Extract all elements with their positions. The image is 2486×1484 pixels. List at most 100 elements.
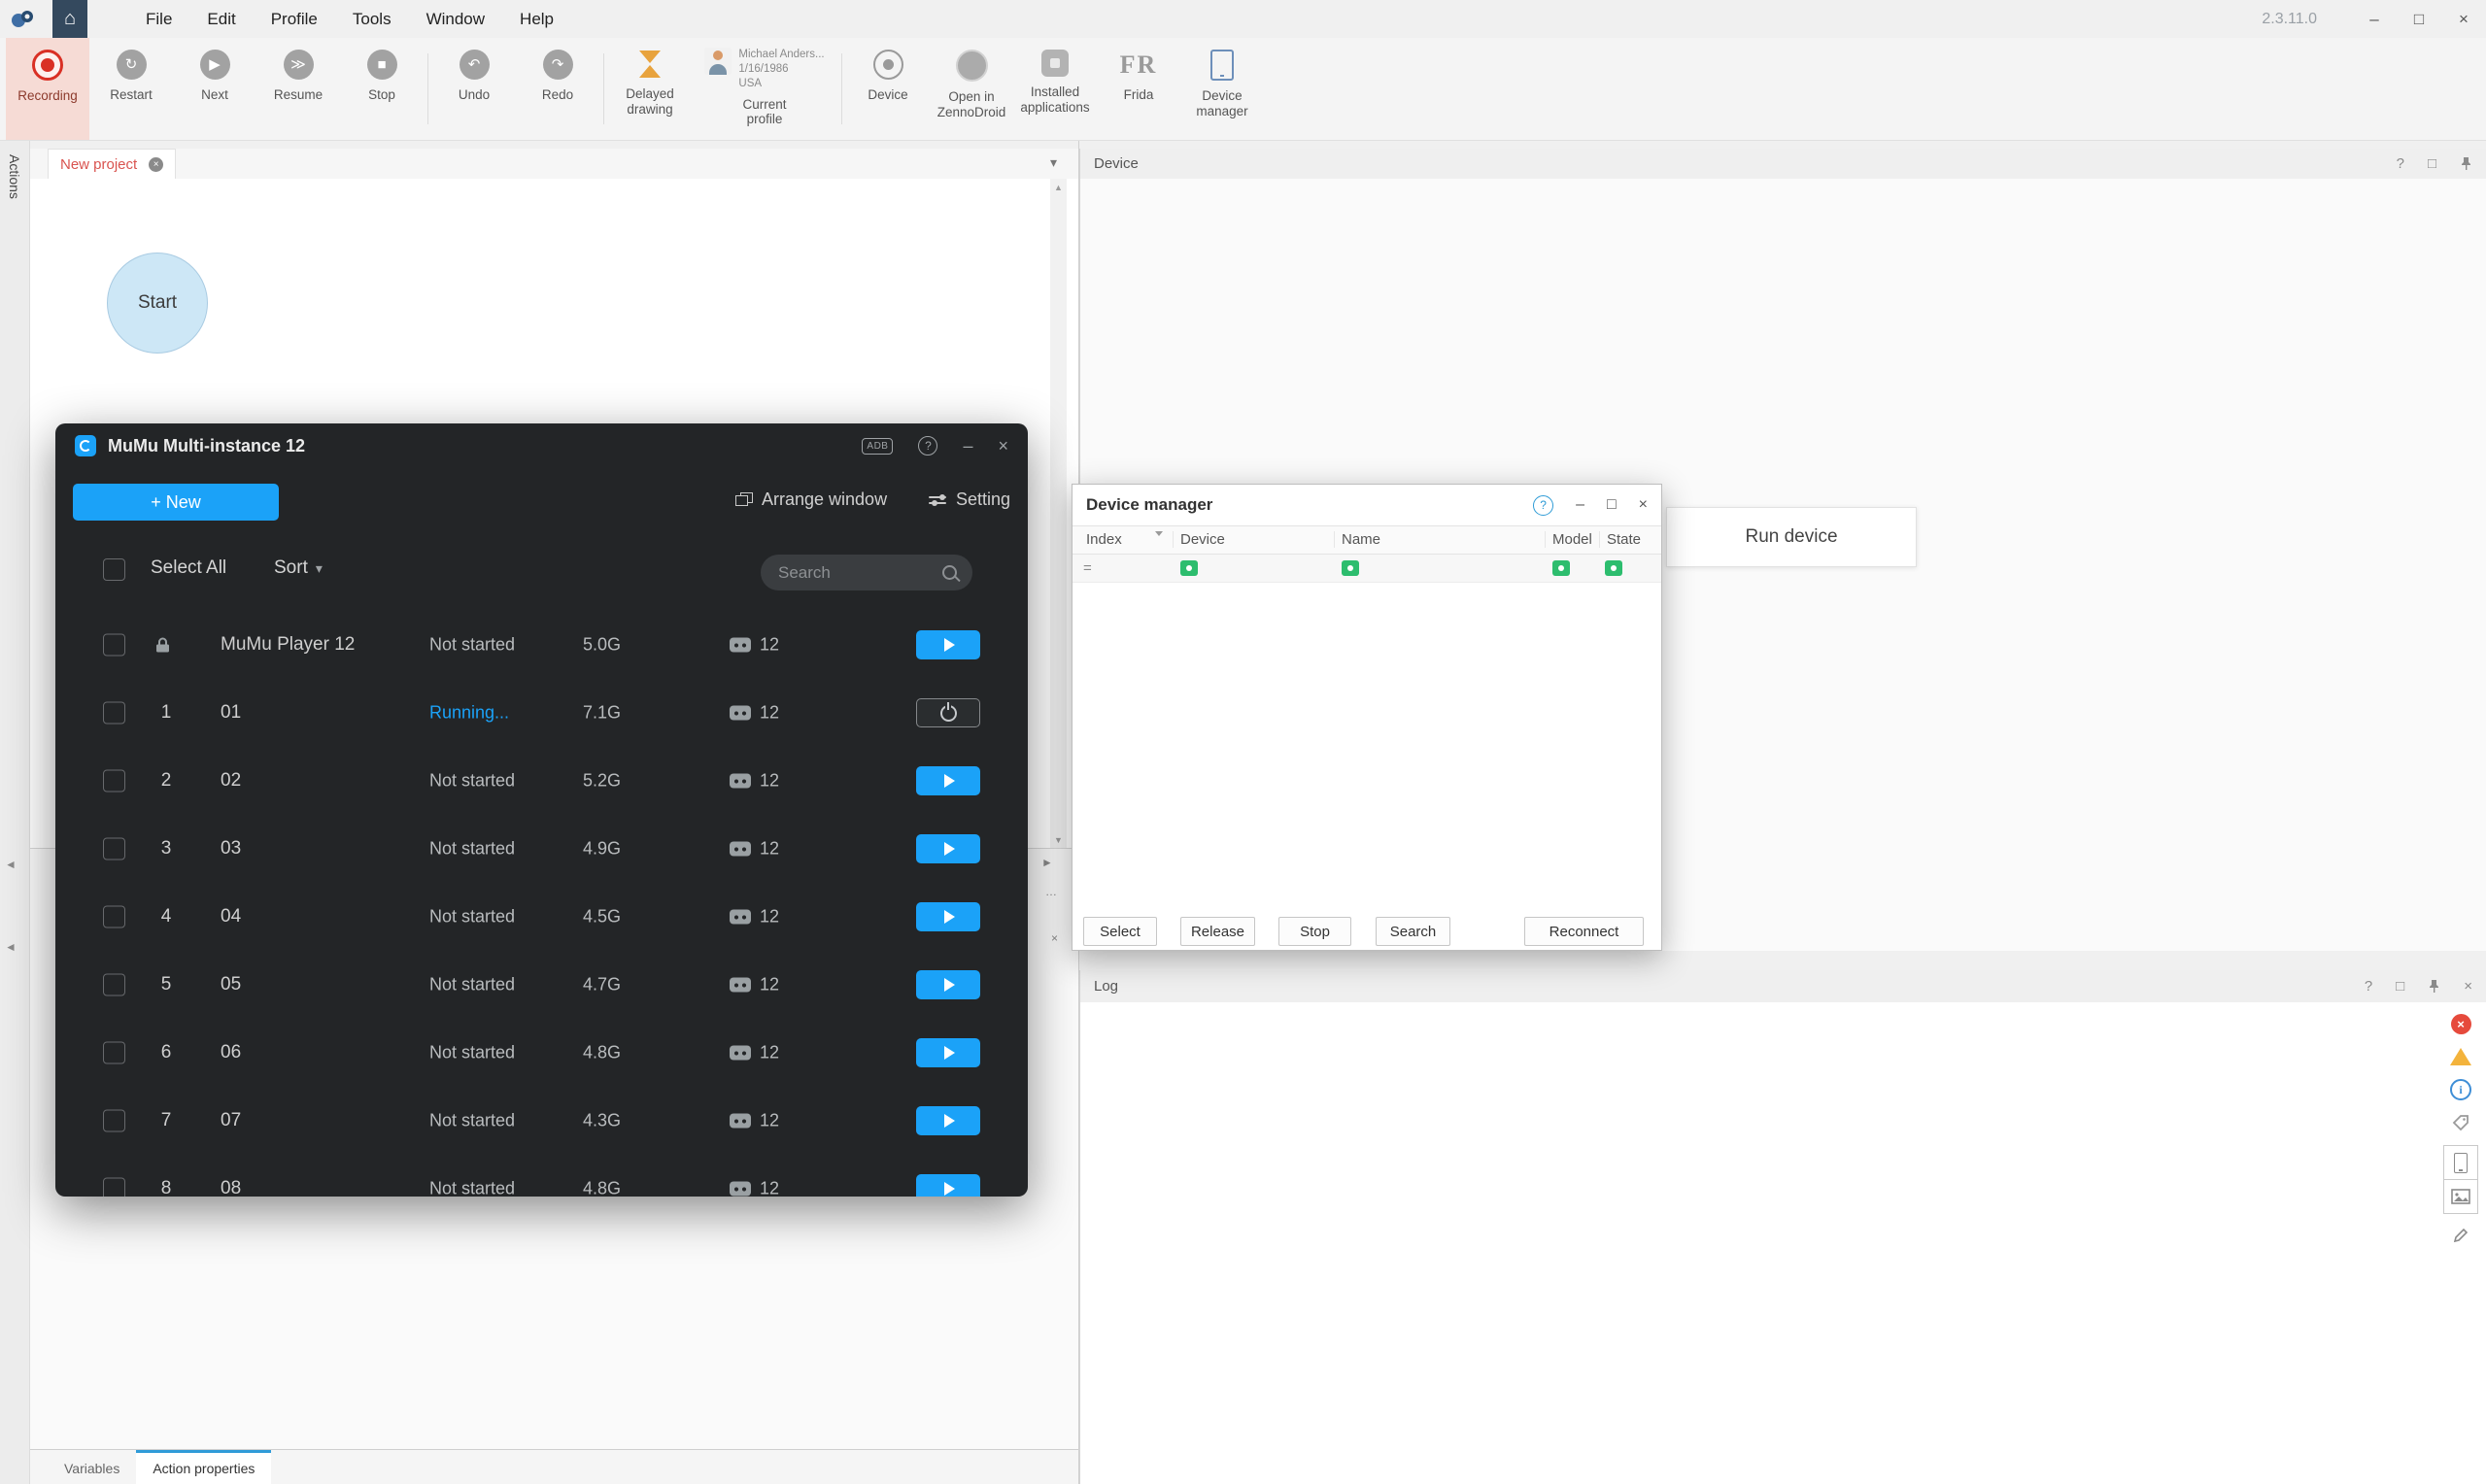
reconnect-button[interactable]: Reconnect [1524, 917, 1644, 946]
device-manager-button[interactable]: Device manager [1180, 38, 1264, 140]
resume-button[interactable]: Resume [256, 38, 340, 140]
menu-item-profile[interactable]: Profile [271, 10, 318, 29]
window-minimize-button[interactable] [2352, 0, 2397, 38]
instance-checkbox[interactable] [103, 838, 125, 860]
instance-row[interactable]: 6 06 Not started 4.8G 12 [55, 1019, 1028, 1087]
start-instance-button[interactable] [916, 1106, 980, 1135]
close-icon[interactable] [2464, 978, 2472, 995]
tab-list-dropdown-icon[interactable] [1050, 154, 1057, 171]
actions-panel-tab[interactable]: Actions [7, 154, 22, 199]
maximize-icon[interactable] [2396, 978, 2404, 995]
menu-item-tools[interactable]: Tools [353, 10, 392, 29]
current-profile-button[interactable]: Michael Anders... 1/16/1986 USA Current … [692, 38, 837, 140]
minimize-icon[interactable] [1576, 496, 1584, 514]
tag-icon[interactable] [2452, 1114, 2469, 1131]
device-table-row[interactable]: = [1073, 555, 1661, 583]
column-index[interactable]: Index [1086, 531, 1122, 548]
tab-variables[interactable]: Variables [48, 1450, 136, 1484]
maximize-icon[interactable] [2428, 155, 2436, 172]
help-icon[interactable] [2365, 978, 2372, 995]
search-icon[interactable] [942, 565, 957, 580]
arrange-window-button[interactable]: Arrange window [735, 489, 887, 510]
image-view-toggle-button[interactable] [2444, 1179, 2477, 1213]
instance-checkbox[interactable] [103, 906, 125, 928]
sort-icon[interactable] [1155, 531, 1163, 540]
tab-action-properties[interactable]: Action properties [136, 1450, 271, 1484]
error-filter-icon[interactable] [2451, 1014, 2471, 1034]
start-instance-button[interactable] [916, 1174, 980, 1197]
instance-row[interactable]: 7 07 Not started 4.3G 12 [55, 1087, 1028, 1155]
canvas-vertical-scrollbar[interactable] [1050, 179, 1067, 848]
stop-button[interactable]: Stop [1278, 917, 1351, 946]
select-all-label[interactable]: Select All [151, 557, 226, 579]
start-instance-button[interactable] [916, 766, 980, 795]
collapse-right-icon[interactable] [1041, 856, 1053, 869]
undo-button[interactable]: Undo [432, 38, 516, 140]
search-box[interactable] [761, 555, 972, 590]
instance-checkbox[interactable] [103, 1042, 125, 1064]
instance-checkbox[interactable] [103, 1110, 125, 1132]
menu-item-edit[interactable]: Edit [207, 10, 235, 29]
instance-checkbox[interactable] [103, 702, 125, 725]
menu-item-file[interactable]: File [146, 10, 172, 29]
scroll-up-icon[interactable] [1050, 179, 1067, 195]
frida-button[interactable]: FR Frida [1097, 38, 1180, 140]
minimize-icon[interactable] [963, 436, 972, 456]
stop-button[interactable]: Stop [340, 38, 424, 140]
open-in-zennodroid-button[interactable]: Open in ZennoDroid [930, 38, 1013, 140]
column-device[interactable]: Device [1180, 531, 1225, 548]
search-button[interactable]: Search [1376, 917, 1450, 946]
instance-checkbox[interactable] [103, 974, 125, 996]
maximize-icon[interactable] [1607, 496, 1617, 514]
tab-close-icon[interactable] [149, 157, 163, 172]
help-icon[interactable] [918, 436, 937, 455]
help-icon[interactable] [1533, 495, 1553, 516]
menu-item-help[interactable]: Help [520, 10, 554, 29]
instance-checkbox[interactable] [103, 634, 125, 657]
select-button[interactable]: Select [1083, 917, 1157, 946]
home-button[interactable] [52, 0, 87, 38]
delayed-drawing-button[interactable]: Delayed drawing [608, 38, 692, 140]
instance-row[interactable]: 2 02 Not started 5.2G 12 [55, 747, 1028, 815]
device-button[interactable]: Device [846, 38, 930, 140]
instance-row[interactable]: 3 03 Not started 4.9G 12 [55, 815, 1028, 883]
window-maximize-button[interactable] [2397, 0, 2441, 38]
device-manager-titlebar[interactable]: Device manager [1073, 485, 1661, 525]
column-state[interactable]: State [1607, 531, 1641, 548]
run-device-button[interactable]: Run device [1666, 507, 1917, 567]
stop-instance-button[interactable] [916, 698, 980, 727]
restart-button[interactable]: Restart [89, 38, 173, 140]
device-view-toggle-button[interactable] [2444, 1146, 2477, 1179]
instance-row[interactable]: 5 05 Not started 4.7G 12 [55, 951, 1028, 1019]
sort-dropdown[interactable]: Sort [274, 557, 323, 579]
start-instance-button[interactable] [916, 834, 980, 863]
window-close-button[interactable] [2441, 0, 2486, 38]
search-input[interactable] [776, 562, 942, 584]
start-instance-button[interactable] [916, 1038, 980, 1067]
select-all-checkbox[interactable] [103, 558, 125, 581]
instance-checkbox[interactable] [103, 1178, 125, 1197]
pin-icon[interactable] [2428, 979, 2440, 994]
start-instance-button[interactable] [916, 630, 980, 659]
adb-icon[interactable]: ADB [862, 438, 893, 455]
close-icon[interactable] [998, 436, 1008, 456]
recording-button[interactable]: Recording [6, 38, 89, 140]
tab-new-project[interactable]: New project [48, 149, 176, 180]
info-filter-icon[interactable] [2450, 1079, 2471, 1100]
edit-icon[interactable] [2453, 1228, 2469, 1243]
installed-applications-button[interactable]: Installed applications [1013, 38, 1097, 140]
instance-row[interactable]: MuMu Player 12 Not started 5.0G 12 [55, 611, 1028, 679]
start-instance-button[interactable] [916, 902, 980, 931]
redo-button[interactable]: Redo [516, 38, 599, 140]
column-model[interactable]: Model [1552, 531, 1592, 548]
start-instance-button[interactable] [916, 970, 980, 999]
collapse-left-icon[interactable] [5, 858, 17, 871]
pin-icon[interactable] [2460, 156, 2472, 171]
panel-close-icon[interactable] [1051, 931, 1058, 945]
instance-row[interactable]: 4 04 Not started 4.5G 12 [55, 883, 1028, 951]
start-node[interactable]: Start [107, 253, 208, 354]
instance-checkbox[interactable] [103, 770, 125, 793]
mumu-titlebar[interactable]: MuMu Multi-instance 12 ADB [55, 423, 1028, 468]
release-button[interactable]: Release [1180, 917, 1255, 946]
splitter-handle-icon[interactable] [1045, 885, 1057, 898]
